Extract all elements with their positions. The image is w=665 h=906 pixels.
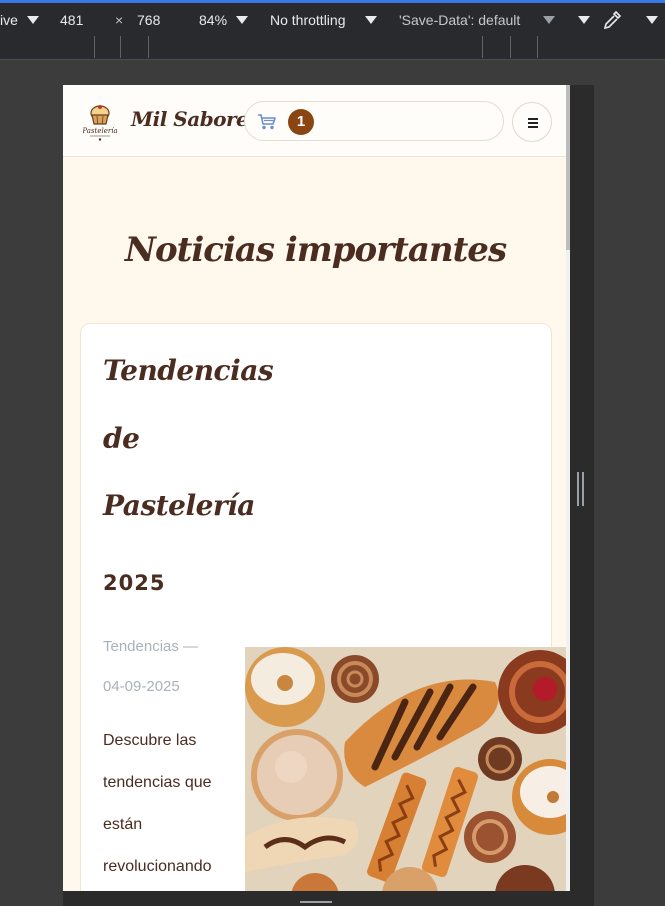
zoom-select[interactable]: 84% <box>199 12 227 28</box>
article-title-line[interactable]: Pastelería <box>103 489 303 522</box>
logo-text: Pastelería <box>83 127 117 135</box>
article-title-line[interactable]: de <box>103 422 303 455</box>
media-query-ruler <box>0 36 665 60</box>
chevron-down-icon[interactable] <box>646 16 658 24</box>
article-excerpt-line: tendencias que <box>103 774 212 791</box>
pastries-photo-illustration <box>245 647 568 891</box>
dimension-separator: × <box>115 12 124 28</box>
save-data-select[interactable]: 'Save-Data': default <box>399 12 520 28</box>
chevron-down-icon[interactable] <box>236 16 248 24</box>
cart-icon <box>258 114 276 130</box>
site-header: Pastelería Mil Sabores 1 <box>63 85 568 157</box>
article-title-year[interactable]: 2025 <box>103 571 165 595</box>
article-image[interactable] <box>245 647 568 891</box>
logo-cupcake-icon[interactable]: Pastelería <box>83 102 117 142</box>
menu-button[interactable] <box>512 102 552 142</box>
article-excerpt-line: están <box>103 816 143 833</box>
page-title: Noticias importantes <box>124 230 507 270</box>
article-title-line[interactable]: Tendencias <box>103 354 303 387</box>
throttling-select[interactable]: No throttling <box>270 12 345 28</box>
viewport-scrollbar-thumb[interactable] <box>566 85 570 250</box>
emulated-viewport: Pastelería Mil Sabores 1 Noticias import… <box>63 85 568 891</box>
resize-handle-bottom[interactable] <box>63 891 594 906</box>
resize-grip-icon[interactable] <box>300 901 332 903</box>
cart-count-badge: 1 <box>288 109 314 135</box>
chevron-down-icon[interactable] <box>27 16 39 24</box>
device-mode-select[interactable]: ive <box>0 12 18 28</box>
article-excerpt-line: revolucionando <box>103 858 212 875</box>
resize-handle-right[interactable] <box>577 472 585 506</box>
cart-button[interactable]: 1 <box>244 101 504 141</box>
article-date: 04-09-2025 <box>103 678 180 695</box>
color-picker-icon[interactable] <box>601 9 623 31</box>
brand-name[interactable]: Mil Sabores <box>131 107 260 131</box>
viewport-width-input[interactable]: 481 <box>60 12 83 28</box>
devtools-device-toolbar: ive 481 × 768 84% No throttling 'Save-Da… <box>0 0 665 36</box>
viewport-height-input[interactable]: 768 <box>137 12 160 28</box>
article-category: Tendencias — <box>103 638 199 655</box>
chevron-down-icon[interactable] <box>543 16 555 24</box>
more-options-chevron-icon[interactable] <box>578 16 590 24</box>
article-excerpt-line: Descubre las <box>103 732 197 749</box>
chevron-down-icon[interactable] <box>365 16 377 24</box>
